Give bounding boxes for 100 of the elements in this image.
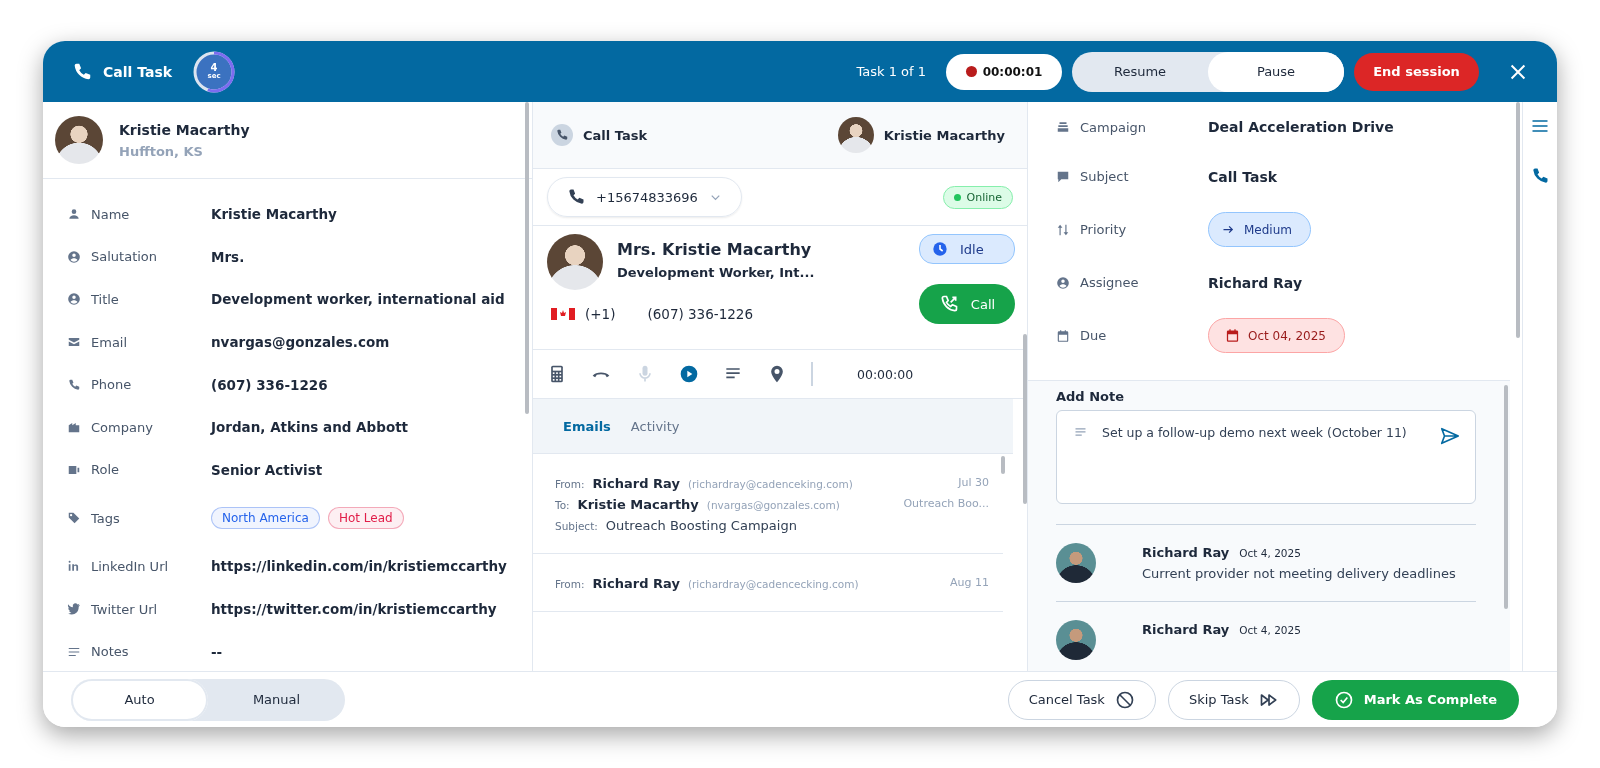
field-label: Email xyxy=(91,334,129,350)
phone-icon[interactable] xyxy=(1530,166,1550,186)
country-code: (+1) xyxy=(585,306,616,322)
call-timer: 00:00:00 xyxy=(857,366,914,382)
phone-number: +15674833696 xyxy=(596,189,698,205)
from-label: From: xyxy=(555,578,585,590)
calendar-icon xyxy=(1056,328,1070,343)
mode-toggle-option[interactable]: Pause xyxy=(1208,51,1344,92)
avatar xyxy=(1056,543,1096,583)
sender-name: Richard Ray xyxy=(592,576,680,591)
avatar xyxy=(55,116,103,164)
field-label: Subject xyxy=(1080,169,1130,184)
field-value: (607) 336-1226 xyxy=(211,376,328,393)
note-text: Set up a follow-up demo next week (October 11) xyxy=(1102,425,1407,440)
tag-icon xyxy=(67,511,81,526)
countdown-value: 4 xyxy=(210,63,218,73)
tab[interactable]: Emails xyxy=(555,412,619,440)
note-date: Oct 4, 2025 xyxy=(1239,624,1301,636)
avatar xyxy=(1056,620,1096,660)
due-date-badge: Oct 04, 2025 xyxy=(1208,318,1345,353)
contact-name: Mrs. Kristie Macarthy xyxy=(617,240,813,259)
email-date: Aug 11 xyxy=(950,576,989,589)
from-label: From: xyxy=(555,478,585,490)
avatar xyxy=(547,234,603,290)
note-input-field[interactable]: Set up a follow-up demo next week (October 11) xyxy=(1056,410,1476,504)
tag-chip: Hot Lead xyxy=(327,507,404,530)
sender-email: (richardray@cadenceking.com) xyxy=(687,478,853,490)
stack-icon xyxy=(1056,120,1070,134)
field-label: Campaign xyxy=(1080,119,1148,135)
field-label: Assignee xyxy=(1080,275,1140,290)
field-label: Name xyxy=(91,206,131,222)
linkedin-icon xyxy=(67,559,81,574)
mode-toggle-option[interactable]: Auto xyxy=(71,678,208,721)
note-date: Oct 4, 2025 xyxy=(1239,547,1301,559)
mode-toggle-option[interactable]: Resume xyxy=(1072,51,1208,92)
email-date: Jul 30 xyxy=(958,476,989,489)
field-value: nvargas@gonzales.com xyxy=(211,334,390,351)
recording-timer: 00:00:01 xyxy=(946,53,1062,90)
field-label: Twitter Url xyxy=(91,601,159,617)
field-label: Phone xyxy=(91,377,133,393)
note-text: Current provider not meeting delivery deadlines xyxy=(1142,566,1456,581)
field-label: Salutation xyxy=(91,249,159,265)
building-icon xyxy=(67,420,81,435)
contact-name: Kristie Macarthy xyxy=(119,121,250,138)
field-value: https://linkedin.com/in/kristiemccarthy xyxy=(211,558,507,575)
task-counter: Task 1 of 1 xyxy=(856,64,926,79)
email-item[interactable]: From: Richard Ray (richardray@cadenceking.com) To: Kristie Macarthy (nvargas@gonzales.com) Subject: Outreach Boosting Campaign Jul 30 Outreach Boo... xyxy=(533,454,1003,554)
tab[interactable]: Activity xyxy=(622,412,688,440)
contact-name: Kristie Macarthy xyxy=(883,127,1005,143)
email-item[interactable]: From: Richard Ray (richardray@cadencecking.com) Aug 11 xyxy=(533,554,1003,612)
field-value: Call Task xyxy=(1208,168,1278,185)
status-badge: Online xyxy=(942,185,1013,209)
flag-icon xyxy=(551,308,575,320)
contact-location: Huffton, KS xyxy=(119,143,204,159)
phone-icon xyxy=(566,187,586,207)
avatar xyxy=(837,117,874,153)
panel-title: Call Task xyxy=(583,127,648,143)
mode-toggle-option[interactable]: Manual xyxy=(208,678,345,721)
field-value: -- xyxy=(211,643,223,660)
field-value: Deal Acceleration Drive xyxy=(1208,119,1394,135)
field-label: Notes xyxy=(91,644,130,660)
email-subject: Outreach Boosting Campaign xyxy=(605,518,797,533)
calendar-icon xyxy=(1225,328,1240,343)
phone-number: (607) 336-1226 xyxy=(647,306,754,322)
note-author: Richard Ray xyxy=(1142,545,1230,560)
priority-badge: Medium xyxy=(1208,212,1311,247)
field-value: Richard Ray xyxy=(1208,274,1302,291)
check-circle-icon xyxy=(1333,689,1354,710)
field-value: Senior Activist xyxy=(211,461,323,478)
cancel-icon xyxy=(1114,689,1135,710)
field-label: LinkedIn Url xyxy=(91,558,170,574)
contact-role: Development Worker, Int... xyxy=(617,265,816,280)
field-value: Mrs. xyxy=(211,248,245,265)
field-label: Due xyxy=(1080,328,1108,343)
phone-icon xyxy=(67,377,81,392)
field-value: https://twitter.com/in/kristiemccarthy xyxy=(211,601,497,618)
subject-label: Subject: xyxy=(555,520,598,532)
field-label: Priority xyxy=(1080,222,1128,237)
field-label: Title xyxy=(91,292,120,307)
field-value: Jordan, Atkins and Abbott xyxy=(211,419,409,436)
window-title: Call Task xyxy=(103,63,173,80)
up-down-arrows-icon xyxy=(1056,222,1070,237)
sender-email: (richardray@cadencecking.com) xyxy=(687,578,859,590)
status-badge: Idle xyxy=(919,234,1015,264)
field-value: Development worker, international aid xyxy=(211,291,505,308)
end-session-button[interactable]: End session xyxy=(1354,52,1479,91)
recipient-email: (nvargas@gonzales.com) xyxy=(706,499,840,511)
phone-icon xyxy=(551,124,573,146)
field-label: Company xyxy=(91,419,154,435)
send-icon[interactable] xyxy=(1439,425,1461,447)
play-icon[interactable] xyxy=(679,364,699,384)
recipient-name: Kristie Macarthy xyxy=(577,497,699,512)
field-label: Role xyxy=(91,462,120,478)
skip-task-button[interactable]: Skip Task xyxy=(1167,679,1300,720)
clock-icon xyxy=(932,241,948,257)
cancel-task-button[interactable]: Cancel Task xyxy=(1007,679,1156,720)
note-author: Richard Ray xyxy=(1142,622,1230,637)
tag-chip: North America xyxy=(211,507,320,530)
person-icon xyxy=(67,207,81,222)
field-value: Kristie Macarthy xyxy=(211,206,337,223)
